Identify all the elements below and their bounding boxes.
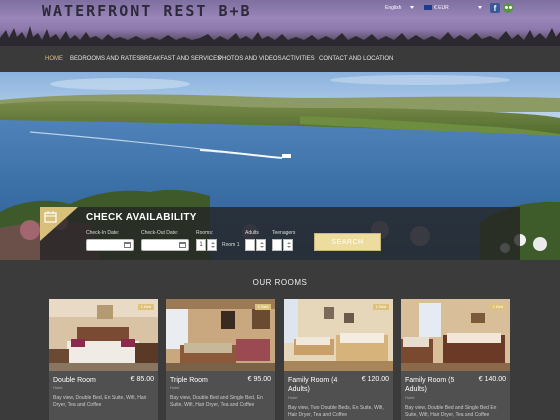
teenagers-stepper[interactable] — [283, 239, 293, 251]
chevron-down-icon[interactable] — [478, 6, 482, 9]
checkin-label: Check-In Date: — [86, 230, 120, 236]
adults-stepper[interactable] — [256, 239, 266, 251]
checkin-date-field[interactable] — [86, 239, 134, 251]
adults-label: Adults — [245, 230, 259, 236]
checkout-date-field[interactable] — [141, 239, 189, 251]
room-category: Hotel — [170, 385, 180, 390]
rooms-stepper[interactable] — [207, 239, 217, 251]
nav-item-bedrooms-and-rates[interactable]: BEDROOMS AND RATES — [70, 56, 140, 62]
rooms-section-title: OUR ROOMS — [252, 278, 308, 287]
main-navigation: HOME BEDROOMS AND RATES BREAKFAST AND SE… — [0, 46, 560, 72]
room-card-double[interactable]: 1 Bed Double Room € 85.00 Hotel Bay view… — [49, 299, 158, 420]
bed-count-badge: 1 Bed — [255, 304, 271, 310]
nav-item-breakfast-and-services[interactable]: BREAKFAST AND SERVICES — [140, 56, 221, 62]
bed-count-badge: 1 Bed — [490, 304, 506, 310]
room-price: € 95.00 — [247, 376, 271, 383]
room-category: Hotel — [288, 395, 298, 400]
room-name[interactable]: Family Room (4 Adults) — [288, 376, 354, 394]
currency-selector[interactable]: € EUR — [434, 5, 449, 11]
grass-silhouette — [0, 26, 560, 46]
nav-item-activities[interactable]: ACTIVITIES — [282, 56, 315, 62]
room-description: Bay view, Double Bed and Single Bed, En … — [170, 395, 263, 408]
room-category: Hotel — [53, 385, 63, 390]
nav-item-photos-and-videos[interactable]: PHOTOS AND VIDEOS — [218, 56, 282, 62]
room-name[interactable]: Family Room (5 Adults) — [405, 376, 471, 394]
teenagers-input[interactable] — [272, 239, 282, 251]
rooms-label: Rooms: — [196, 230, 214, 236]
chevron-down-icon[interactable] — [410, 6, 414, 9]
bed-count-badge: 1 Bed — [138, 304, 154, 310]
room-price: € 140.00 — [478, 376, 506, 383]
room-description: Bay view, Two Double Beds, En Suite, Wif… — [288, 405, 384, 418]
room-card-family-5[interactable]: 1 Bed Family Room (5 Adults) € 140.00 Ho… — [401, 299, 510, 420]
availability-title: CHECK AVAILABILITY — [86, 212, 197, 223]
adults-input[interactable] — [245, 239, 255, 251]
site-header: WATERFRONT REST B+B English € EUR f — [0, 0, 560, 46]
calendar-icon[interactable] — [124, 242, 131, 248]
room-description: Bay view, Double Bed, En Suite, Wifi, Ha… — [53, 395, 147, 408]
room-row-label: Room 1 — [222, 242, 240, 248]
tripadvisor-icon[interactable] — [503, 3, 513, 13]
teenagers-label: Teenagers — [272, 230, 296, 236]
rooms-input[interactable]: 1 — [196, 239, 206, 251]
room-price: € 85.00 — [130, 376, 154, 383]
facebook-icon[interactable]: f — [490, 3, 500, 13]
calendar-icon — [40, 207, 78, 241]
calendar-icon[interactable] — [179, 242, 186, 248]
search-button[interactable]: SEARCH — [314, 233, 381, 251]
bed-count-badge: 1 Bed — [373, 304, 389, 310]
room-price: € 120.00 — [361, 376, 389, 383]
room-name[interactable]: Double Room — [53, 376, 119, 385]
checkout-label: Check-Out Date: — [141, 230, 179, 236]
room-category: Hotel — [405, 395, 415, 400]
site-logo[interactable]: WATERFRONT REST B+B — [42, 2, 252, 20]
room-card-family-4[interactable]: 1 Bed Family Room (4 Adults) € 120.00 Ho… — [284, 299, 393, 420]
nav-item-home[interactable]: HOME — [45, 56, 63, 62]
room-description: Bay view, Double Bed and Single Bed En S… — [405, 405, 497, 418]
nav-item-contact-and-location[interactable]: CONTACT AND LOCATION — [319, 56, 393, 62]
language-selector[interactable]: English — [385, 5, 401, 11]
room-name[interactable]: Triple Room — [170, 376, 236, 385]
room-card-triple[interactable]: 1 Bed Triple Room € 95.00 Hotel Bay view… — [166, 299, 275, 420]
eu-flag-icon — [424, 5, 432, 10]
